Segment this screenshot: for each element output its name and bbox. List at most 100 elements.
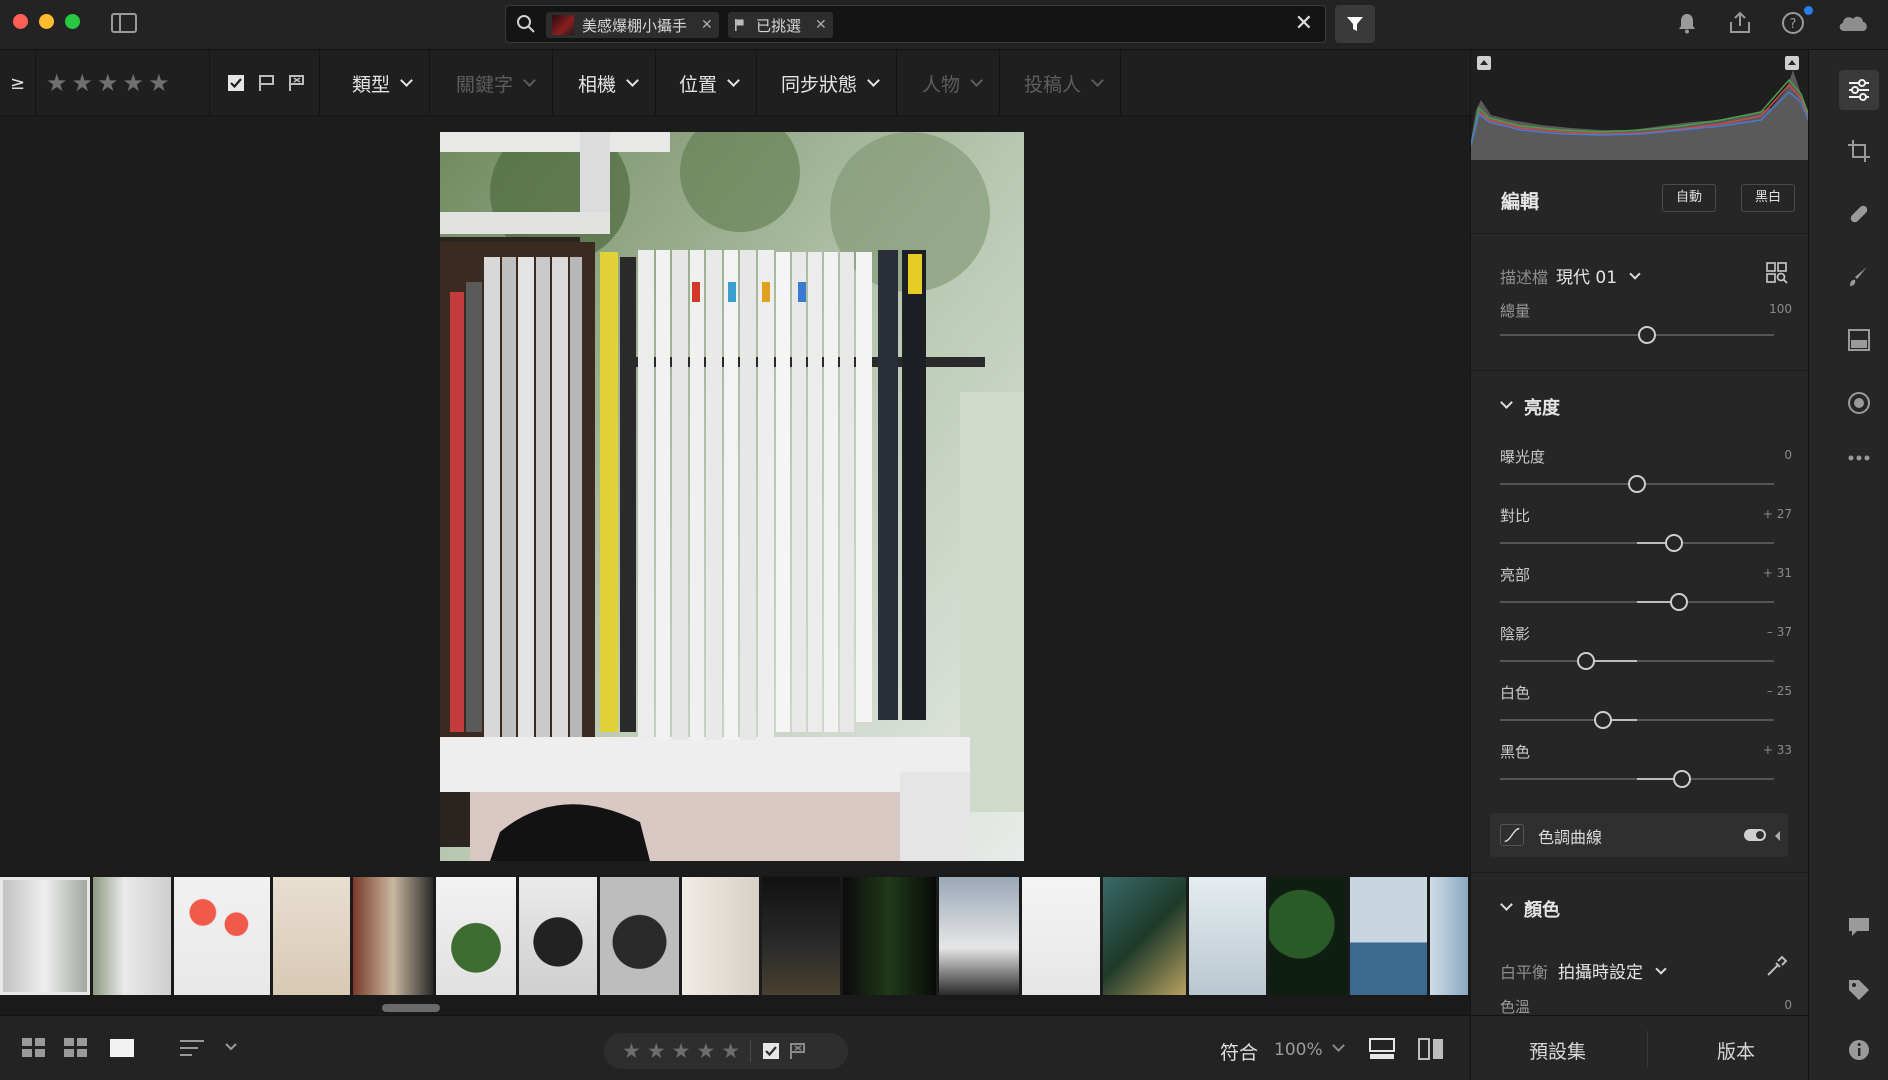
filter-sync-dropdown[interactable]: 同步狀態 — [763, 50, 898, 116]
filmstrip-thumbnail[interactable] — [353, 877, 433, 995]
amount-slider-knob[interactable] — [1638, 326, 1656, 344]
slider-knob[interactable] — [1664, 534, 1683, 552]
edit-sliders-icon[interactable] — [1847, 78, 1871, 102]
highlight-clipping-button[interactable] — [1785, 56, 1799, 70]
detail-view-icon[interactable] — [110, 1038, 134, 1058]
keyword-tag-icon[interactable] — [1847, 978, 1871, 1002]
filmstrip-thumbnail[interactable] — [174, 877, 270, 995]
filmstrip-thumbnail[interactable] — [0, 877, 90, 995]
photo-canvas[interactable] — [0, 117, 1470, 875]
filmstrip-thumbnail[interactable] — [1022, 877, 1100, 995]
search-chip-flag[interactable]: 已挑選 ✕ — [728, 12, 833, 38]
flag-filter-group — [210, 50, 320, 116]
tone-curve-toggle[interactable] — [1744, 829, 1766, 841]
filmstrip-thumbnail[interactable] — [1103, 877, 1186, 995]
filmstrip-scrollbar[interactable] — [0, 1001, 1470, 1015]
shadow-clipping-button[interactable] — [1477, 56, 1491, 70]
versions-tab[interactable]: 版本 — [1717, 1037, 1755, 1064]
slider-knob[interactable] — [1628, 475, 1646, 493]
divider — [1470, 872, 1808, 873]
filter-keyword-dropdown[interactable]: 關鍵字 — [438, 50, 554, 116]
zoom-level-button[interactable]: 100% — [1274, 1040, 1323, 1060]
brush-icon[interactable] — [1847, 265, 1871, 289]
rejected-flag-icon[interactable] — [286, 73, 306, 93]
filmstrip-thumbnail[interactable] — [1430, 877, 1468, 995]
caret-left-icon[interactable] — [1775, 831, 1780, 841]
profile-browser-icon[interactable] — [1766, 262, 1788, 284]
main-photo[interactable] — [440, 132, 1024, 861]
radial-gradient-icon[interactable] — [1847, 391, 1871, 415]
filmstrip-thumbnail[interactable] — [600, 877, 679, 995]
slider-label: 黑色 — [1500, 743, 1531, 761]
search-bar[interactable]: 美感爆棚小攝手 ✕ 已挑選 ✕ ✕ — [505, 5, 1326, 43]
filmstrip-thumbnail[interactable] — [939, 877, 1019, 995]
square-grid-view-icon[interactable] — [22, 1038, 46, 1058]
chevron-down-icon[interactable] — [1332, 1039, 1345, 1052]
rating-stars[interactable]: ★★★★★ — [622, 1039, 746, 1063]
black-white-button[interactable]: 黑白 — [1741, 184, 1795, 212]
eyedropper-icon[interactable] — [1764, 955, 1788, 979]
more-icon[interactable] — [1847, 453, 1871, 463]
filmstrip-thumbnail[interactable] — [93, 877, 171, 995]
filmstrip-thumbnail[interactable] — [273, 877, 350, 995]
rating-operator-button[interactable]: ≥ — [0, 50, 36, 116]
slider-track[interactable] — [1500, 660, 1774, 662]
comment-icon[interactable] — [1847, 915, 1871, 939]
clear-search-icon[interactable]: ✕ — [1295, 13, 1313, 35]
filmstrip-thumbnail[interactable] — [436, 877, 516, 995]
picked-flag-icon[interactable] — [761, 1041, 781, 1061]
presets-tab[interactable]: 預設集 — [1529, 1037, 1586, 1064]
chevron-down-icon[interactable] — [224, 1042, 238, 1052]
amount-slider-track[interactable] — [1500, 334, 1774, 336]
cloud-sync-icon[interactable] — [1836, 10, 1870, 36]
search-chip-album-label: 美感爆棚小攝手 — [582, 16, 688, 35]
close-window-button[interactable] — [13, 14, 28, 29]
slider-track[interactable] — [1500, 719, 1774, 721]
filmstrip-thumbnail[interactable] — [1269, 877, 1347, 995]
title-bar: 美感爆棚小攝手 ✕ 已挑選 ✕ ✕ ? — [0, 0, 1888, 50]
light-section-header[interactable]: 亮度 — [1470, 384, 1808, 428]
filmstrip-thumbnail[interactable] — [519, 877, 597, 995]
filmstrip-thumbnail[interactable] — [843, 877, 936, 995]
filter-button[interactable] — [1335, 5, 1375, 43]
filmstrip-thumbnail[interactable] — [1350, 877, 1427, 995]
info-icon[interactable] — [1847, 1038, 1871, 1062]
rejected-flag-icon[interactable] — [787, 1041, 807, 1061]
unflagged-icon[interactable] — [256, 73, 276, 93]
bell-icon[interactable] — [1674, 10, 1700, 36]
filter-people-dropdown[interactable]: 人物 — [904, 50, 1001, 116]
remove-chip-icon[interactable]: ✕ — [815, 17, 827, 33]
sort-icon[interactable] — [180, 1038, 206, 1058]
tone-curve-row[interactable]: 色調曲線 — [1490, 813, 1788, 857]
filter-location-dropdown[interactable]: 位置 — [661, 50, 758, 116]
minimize-window-button[interactable] — [39, 14, 54, 29]
remove-chip-icon[interactable]: ✕ — [701, 17, 713, 33]
profile-row[interactable]: 描述檔 現代 01 — [1500, 263, 1641, 288]
rating-filter-stars[interactable]: ★★★★★ — [36, 50, 210, 116]
filter-type-dropdown[interactable]: 類型 — [334, 50, 431, 116]
crop-icon[interactable] — [1847, 139, 1871, 163]
search-chip-album[interactable]: 美感爆棚小攝手 ✕ — [546, 12, 719, 38]
sidebar-toggle-icon[interactable] — [111, 13, 137, 33]
help-icon[interactable]: ? — [1780, 10, 1806, 36]
share-icon[interactable] — [1727, 10, 1753, 36]
photo-grid-view-icon[interactable] — [64, 1038, 88, 1058]
filmstrip-thumbnail[interactable] — [682, 877, 759, 995]
auto-button[interactable]: 自動 — [1662, 184, 1716, 212]
white-balance-row[interactable]: 白平衡 拍攝時設定 — [1500, 958, 1667, 983]
filmstrip-scroll-thumb[interactable] — [382, 1004, 440, 1012]
slider-knob[interactable] — [1593, 711, 1612, 729]
filter-camera-dropdown[interactable]: 相機 — [560, 50, 657, 116]
filmstrip-thumbnail[interactable] — [762, 877, 840, 995]
fit-zoom-button[interactable]: 符合 — [1220, 1038, 1258, 1065]
filter-contributor-dropdown[interactable]: 投稿人 — [1006, 50, 1122, 116]
picked-flag-icon[interactable] — [226, 73, 246, 93]
compare-view-icon[interactable] — [1418, 1038, 1444, 1060]
tone-curve-icon — [1500, 824, 1524, 846]
healing-bandage-icon[interactable] — [1847, 202, 1871, 226]
filmstrip-toggle-icon[interactable] — [1369, 1038, 1395, 1060]
color-section-header[interactable]: 顏色 — [1470, 886, 1808, 930]
linear-gradient-icon[interactable] — [1847, 328, 1871, 352]
zoom-window-button[interactable] — [65, 14, 80, 29]
filmstrip-thumbnail[interactable] — [1189, 877, 1266, 995]
